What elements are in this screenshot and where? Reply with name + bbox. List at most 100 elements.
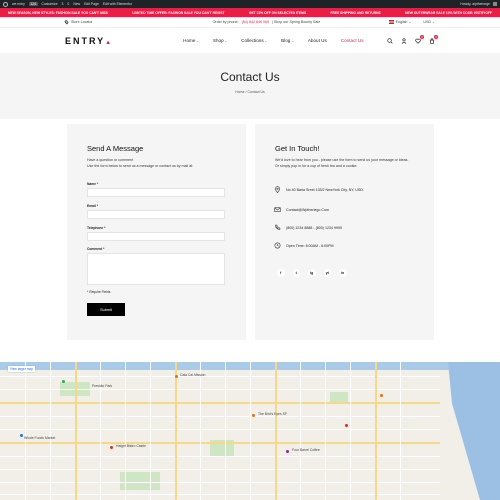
admin-howdy[interactable]: Howdy, alpthemege	[460, 2, 490, 6]
page-title: Contact Us	[220, 70, 280, 84]
youtube-icon[interactable]: yt	[323, 269, 331, 277]
logo-text: ENTRY	[65, 35, 106, 46]
admin-new[interactable]: New	[73, 2, 80, 6]
map-street	[0, 494, 440, 495]
admin-updates[interactable]: 3	[62, 2, 64, 6]
nav-about[interactable]: About Us	[308, 38, 327, 43]
map-label: Presidio Park	[92, 384, 113, 388]
hours-row: Open Time: 8:00AM - 6:00PM	[274, 242, 334, 249]
map-street	[300, 362, 301, 500]
map-label: Cala Cal Mission	[180, 373, 206, 377]
breadcrumb-home[interactable]: Home	[235, 90, 244, 94]
map-poi-marker[interactable]	[345, 424, 348, 427]
nav-blog[interactable]: Blog⌄	[281, 38, 294, 43]
map-label: The Bird's Eyes SF	[258, 412, 287, 416]
email-row: Contact@Wptheriego.Com	[274, 206, 329, 213]
us-flag-icon	[388, 20, 394, 24]
hours-text: Open Time: 8:00AM - 6:00PM	[286, 243, 334, 248]
nav-shop[interactable]: Shop⌄	[213, 38, 227, 43]
form-intro: Have a question or comment Use the form …	[87, 158, 193, 169]
admin-edit-page[interactable]: Edit Page	[84, 2, 99, 6]
map-street	[325, 362, 326, 500]
nav-collections[interactable]: Collections⌄	[241, 38, 267, 43]
facebook-icon[interactable]: f	[277, 269, 285, 277]
store-locator-link[interactable]: Store Locator	[64, 19, 93, 25]
location-pin-icon	[64, 19, 69, 25]
map-poi-marker[interactable]	[62, 380, 65, 383]
map-street	[350, 362, 351, 500]
admin-badge: 124	[28, 2, 38, 6]
nav-home[interactable]: Home⌄	[183, 38, 199, 43]
wishlist-count: 0	[420, 35, 424, 39]
name-field[interactable]	[87, 188, 225, 197]
map-street	[50, 362, 51, 500]
map-major-road	[0, 402, 440, 404]
phone-row: (800) 1234 8888 - (800) 1234 9999	[274, 224, 342, 231]
top-bar: Store Locator Order by phone: (84) 842 8…	[0, 17, 500, 28]
contact-intro: We'd love to hear from you - please use …	[275, 158, 408, 169]
map-poi-marker[interactable]	[286, 450, 289, 453]
admin-edit-elementor[interactable]: Edit with Elementor	[103, 2, 132, 6]
map-poi-marker[interactable]	[175, 375, 178, 378]
telephone-label: Telephone *	[87, 226, 106, 230]
main-nav: Home⌄ Shop⌄ Collections⌄ Blog⌄ About Us …	[183, 38, 363, 43]
order-phone-link[interactable]: (84) 842 846 069	[242, 20, 269, 24]
telephone-field[interactable]	[87, 232, 225, 241]
nav-blog-label: Blog	[281, 38, 291, 43]
map-street	[25, 362, 26, 500]
map-major-road	[275, 362, 277, 500]
account-icon[interactable]	[401, 37, 407, 44]
wordpress-icon[interactable]	[3, 1, 8, 7]
map-park	[120, 472, 160, 490]
site-logo[interactable]: ENTRY▲	[65, 36, 113, 46]
admin-site-name[interactable]: we entry	[12, 2, 25, 6]
map-embed[interactable]: View larger map Cala Cal Mission Presidi…	[0, 362, 500, 500]
currency-selector[interactable]: USD ⌄	[423, 20, 435, 24]
map-poi-marker[interactable]	[20, 434, 23, 437]
contact-info-card: Get In Touch! We'd love to hear from you…	[255, 124, 434, 340]
submit-button[interactable]: Submit	[87, 303, 125, 316]
phone-text[interactable]: (800) 1234 8888 - (800) 1234 9999	[286, 226, 342, 230]
email-link[interactable]: Contact@Wptheriego.Com	[286, 208, 329, 212]
nav-collections-label: Collections	[241, 38, 264, 43]
map-label: Whole Foods Market	[24, 436, 56, 440]
form-title: Send A Message	[87, 144, 144, 153]
instagram-icon[interactable]: ig	[308, 269, 316, 277]
map-street	[0, 416, 440, 417]
chevron-down-icon: ⌄	[291, 39, 294, 43]
map-label: Four Barrel Coffee	[292, 448, 320, 452]
form-intro-line: Use the form below to send us a message …	[87, 163, 194, 168]
search-icon[interactable]	[387, 37, 393, 44]
promo-item: LIMITED TIME OFFER: FASHION SALE YOU CAN…	[132, 10, 225, 15]
nav-contact[interactable]: Contact Us	[341, 38, 364, 43]
contact-intro-line: We'd love to hear from you - please use …	[275, 158, 409, 162]
avatar[interactable]	[493, 2, 497, 6]
contact-title: Get In Touch!	[275, 144, 320, 153]
currency-label: USD	[423, 20, 431, 24]
map-street	[0, 469, 440, 470]
comment-field[interactable]	[87, 253, 225, 285]
map-poi-marker[interactable]	[110, 446, 113, 449]
language-selector[interactable]: English ⌄	[388, 20, 411, 24]
admin-comments[interactable]: 0	[67, 2, 69, 6]
map-poi-marker[interactable]	[380, 394, 383, 397]
map-street	[0, 456, 440, 457]
phone-icon	[275, 224, 281, 230]
map-street	[100, 362, 101, 500]
linkedin-icon[interactable]: in	[339, 269, 347, 277]
cart-icon[interactable]: 0	[429, 35, 438, 44]
email-field[interactable]	[87, 210, 225, 219]
twitter-icon[interactable]: t	[292, 269, 300, 277]
contact-intro-line: Or simply pop in for a cup of fresh tea …	[275, 163, 358, 168]
address-text: No 40 Baria Sreet 133/2 NewYork City, NY…	[286, 187, 364, 192]
required-note: * Require Fields	[87, 290, 111, 294]
view-larger-map-link[interactable]: View larger map	[8, 366, 35, 372]
wishlist-icon[interactable]: 0	[415, 35, 424, 44]
admin-bar: we entry 124 Customize 3 0 New Edit Page…	[0, 0, 500, 8]
map-major-road	[375, 362, 377, 500]
map-street	[0, 389, 440, 390]
map-poi-marker[interactable]	[252, 414, 255, 417]
chevron-down-icon: ⌄	[196, 39, 199, 43]
admin-customize[interactable]: Customize	[42, 2, 58, 6]
chevron-down-icon: ⌄	[264, 39, 268, 43]
